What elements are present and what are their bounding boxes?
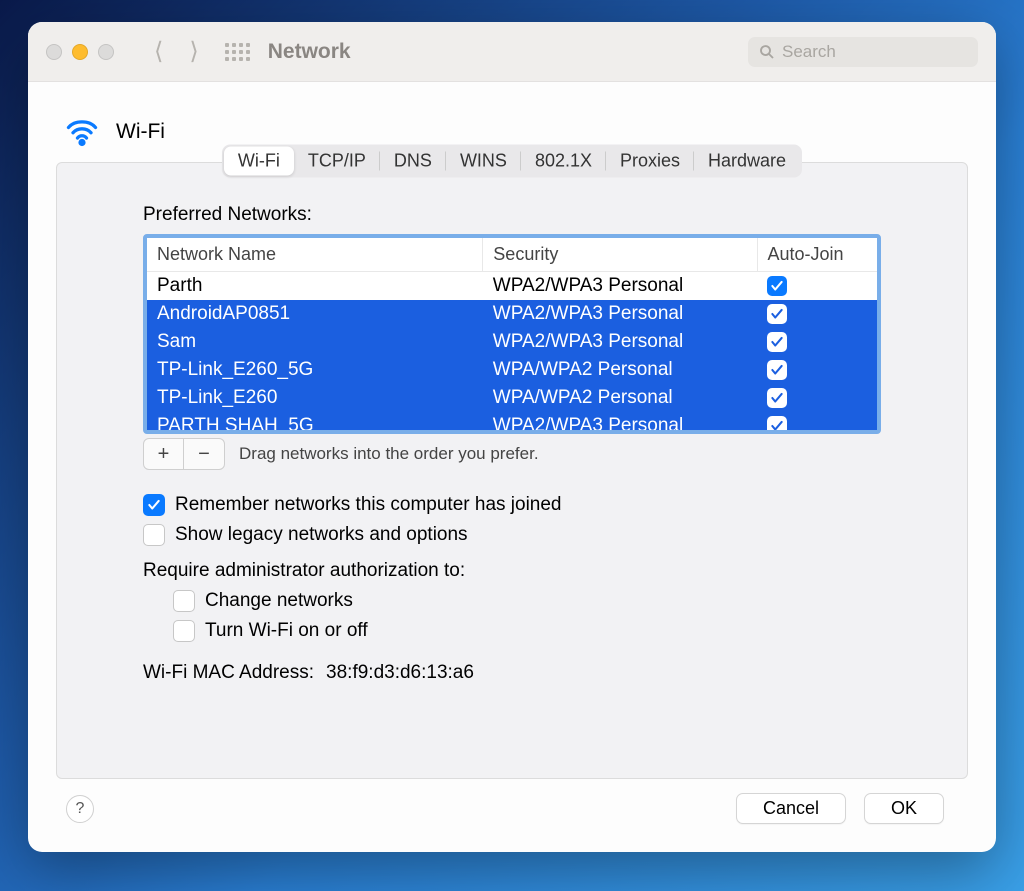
- tabs: Wi-FiTCP/IPDNSWINS802.1XProxiesHardware: [222, 145, 802, 178]
- network-name-cell: TP-Link_E260_5G: [147, 356, 483, 384]
- require-admin-label: Require administrator authorization to:: [143, 560, 881, 582]
- network-autojoin-cell: [757, 384, 877, 412]
- zoom-window-button[interactable]: [98, 44, 114, 60]
- network-name-cell: Parth: [147, 272, 483, 301]
- show-all-icon[interactable]: [225, 43, 250, 61]
- network-autojoin-cell: [757, 412, 877, 434]
- network-security-cell: WPA/WPA2 Personal: [483, 356, 757, 384]
- autojoin-checkbox[interactable]: [767, 360, 787, 380]
- change-networks-checkbox[interactable]: [173, 590, 195, 612]
- add-remove-buttons: + −: [143, 438, 225, 470]
- autojoin-checkbox[interactable]: [767, 304, 787, 324]
- forward-button[interactable]: ⟩: [189, 37, 198, 66]
- change-networks-label: Change networks: [205, 590, 353, 612]
- close-window-button[interactable]: [46, 44, 62, 60]
- autojoin-checkbox[interactable]: [767, 276, 787, 296]
- mac-address-label: Wi-Fi MAC Address:: [143, 662, 314, 684]
- tab-dns[interactable]: DNS: [380, 147, 446, 176]
- network-autojoin-cell: [757, 356, 877, 384]
- network-autojoin-cell: [757, 328, 877, 356]
- tab-hardware[interactable]: Hardware: [694, 147, 800, 176]
- network-security-cell: WPA2/WPA3 Personal: [483, 300, 757, 328]
- tab-wi-fi[interactable]: Wi-Fi: [224, 147, 294, 176]
- network-name-cell: Sam: [147, 328, 483, 356]
- tab-tcp-ip[interactable]: TCP/IP: [294, 147, 380, 176]
- col-network-name[interactable]: Network Name: [147, 238, 483, 272]
- autojoin-checkbox[interactable]: [767, 332, 787, 352]
- network-security-cell: WPA2/WPA3 Personal: [483, 412, 757, 434]
- network-name-cell: AndroidAP0851: [147, 300, 483, 328]
- titlebar: ⟨ ⟩ Network Search: [28, 22, 996, 82]
- settings-panel: Wi-FiTCP/IPDNSWINS802.1XProxiesHardware …: [56, 162, 968, 779]
- table-row[interactable]: PARTH SHAH_5GWPA2/WPA3 Personal: [147, 412, 877, 434]
- network-name-cell: PARTH SHAH_5G: [147, 412, 483, 434]
- networks-table[interactable]: Network Name Security Auto-Join ParthWPA…: [143, 234, 881, 434]
- window-title: Network: [268, 40, 351, 64]
- turn-wifi-label: Turn Wi-Fi on or off: [205, 620, 368, 642]
- show-legacy-label: Show legacy networks and options: [175, 524, 468, 546]
- drag-hint: Drag networks into the order you prefer.: [239, 444, 539, 464]
- col-auto-join[interactable]: Auto-Join: [757, 238, 877, 272]
- help-button[interactable]: ?: [66, 795, 94, 823]
- network-autojoin-cell: [757, 300, 877, 328]
- preferred-networks-label: Preferred Networks:: [143, 204, 881, 226]
- network-security-cell: WPA2/WPA3 Personal: [483, 272, 757, 301]
- search-placeholder: Search: [782, 42, 836, 62]
- mac-address-value: 38:f9:d3:d6:13:a6: [326, 662, 474, 684]
- nav-controls: ⟨ ⟩: [154, 37, 250, 66]
- tab-proxies[interactable]: Proxies: [606, 147, 694, 176]
- window-controls: [46, 44, 114, 60]
- tab-wins[interactable]: WINS: [446, 147, 521, 176]
- network-security-cell: WPA2/WPA3 Personal: [483, 328, 757, 356]
- table-row[interactable]: SamWPA2/WPA3 Personal: [147, 328, 877, 356]
- remove-network-button[interactable]: −: [184, 439, 224, 469]
- network-security-cell: WPA/WPA2 Personal: [483, 384, 757, 412]
- turn-wifi-checkbox[interactable]: [173, 620, 195, 642]
- back-button[interactable]: ⟨: [154, 37, 163, 66]
- ok-button[interactable]: OK: [864, 793, 944, 824]
- network-name-cell: TP-Link_E260: [147, 384, 483, 412]
- network-autojoin-cell: [757, 272, 877, 301]
- show-legacy-checkbox[interactable]: [143, 524, 165, 546]
- table-row[interactable]: ParthWPA2/WPA3 Personal: [147, 272, 877, 301]
- table-row[interactable]: TP-Link_E260_5GWPA/WPA2 Personal: [147, 356, 877, 384]
- remember-networks-label: Remember networks this computer has join…: [175, 494, 562, 516]
- autojoin-checkbox[interactable]: [767, 416, 787, 434]
- search-icon: [758, 43, 776, 61]
- cancel-button[interactable]: Cancel: [736, 793, 846, 824]
- remember-networks-checkbox[interactable]: [143, 494, 165, 516]
- autojoin-checkbox[interactable]: [767, 388, 787, 408]
- preferences-window: ⟨ ⟩ Network Search Wi-Fi: [28, 22, 996, 852]
- table-row[interactable]: AndroidAP0851WPA2/WPA3 Personal: [147, 300, 877, 328]
- page-title: Wi-Fi: [116, 120, 165, 144]
- minimize-window-button[interactable]: [72, 44, 88, 60]
- col-security[interactable]: Security: [483, 238, 757, 272]
- search-field[interactable]: Search: [748, 37, 978, 67]
- add-network-button[interactable]: +: [144, 439, 184, 469]
- tab-802-1x[interactable]: 802.1X: [521, 147, 606, 176]
- table-row[interactable]: TP-Link_E260WPA/WPA2 Personal: [147, 384, 877, 412]
